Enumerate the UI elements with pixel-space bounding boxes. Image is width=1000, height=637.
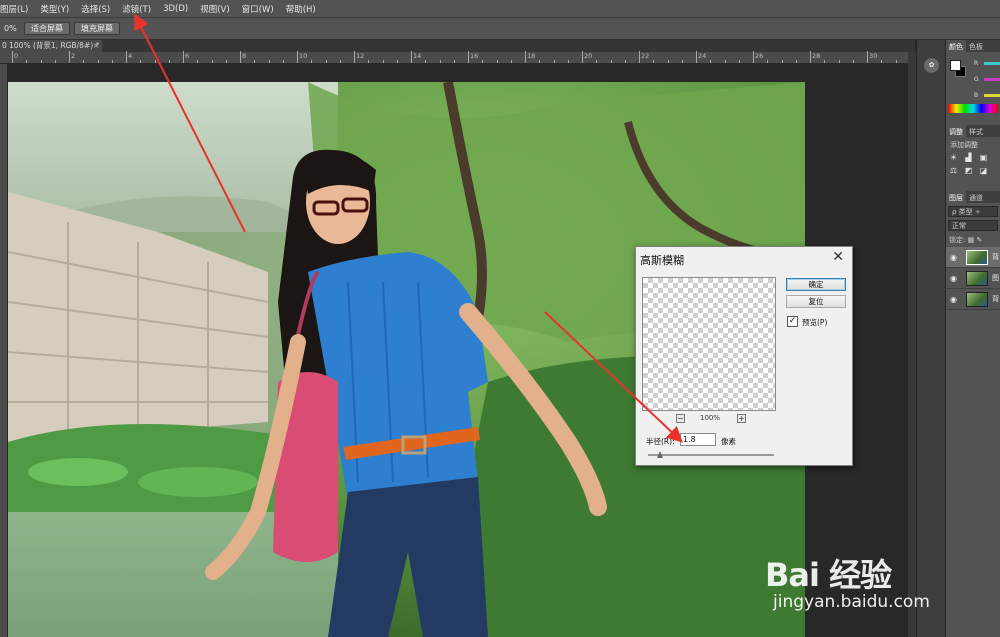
arrow-to-radius-field <box>544 311 683 443</box>
watermark-brand: Bai 经验 <box>765 556 892 594</box>
watermark-url: jingyan.baidu.com <box>773 592 930 612</box>
baidu-watermark: Bai 经验 jingyan.baidu.com <box>765 528 1000 628</box>
arrow-to-filter-menu <box>134 13 246 233</box>
